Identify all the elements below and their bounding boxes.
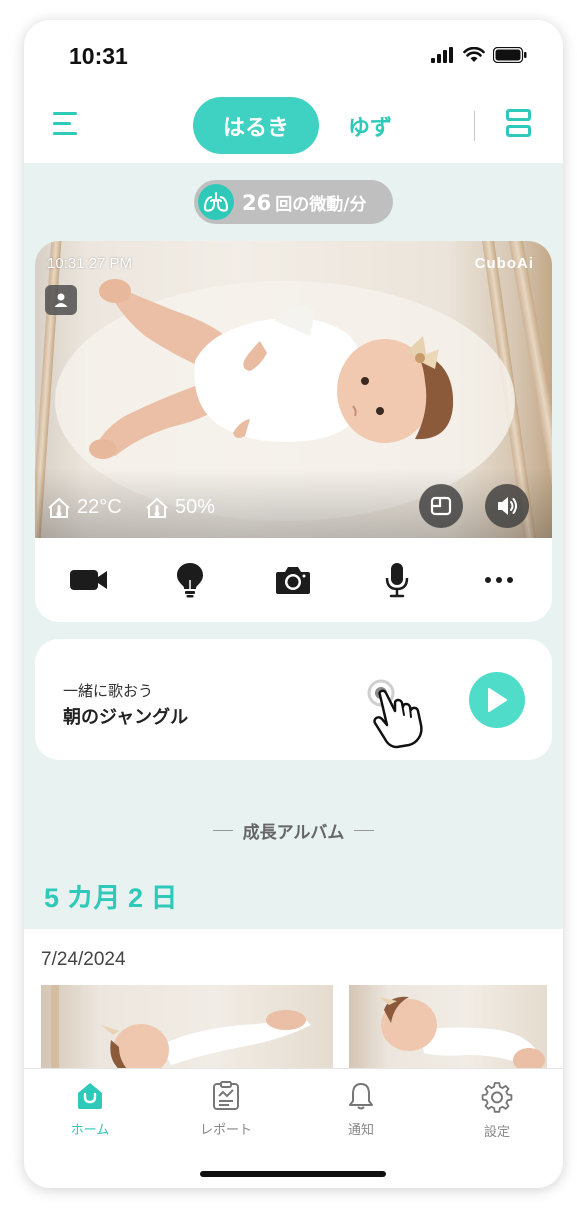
microphone-icon[interactable]	[375, 560, 419, 600]
camera-brand-logo: CuboAi	[474, 255, 534, 272]
song-title: 朝のジャングル	[63, 707, 189, 728]
split-layout-icon[interactable]	[506, 109, 531, 139]
lungs-icon	[198, 184, 234, 220]
song-card[interactable]: 一緒に歌おう 朝のジャングル	[35, 639, 552, 760]
photo-date: 7/24/2024	[41, 949, 126, 970]
baby-age: 5 カ月 2 日	[44, 883, 178, 913]
bottom-tab-bar: ホーム レポート 通知 設定	[24, 1068, 563, 1188]
play-button[interactable]	[469, 672, 525, 728]
status-icons	[431, 47, 527, 63]
breathing-count: 26	[242, 190, 272, 215]
breathing-unit: 回の微動/分	[275, 194, 367, 215]
album-heading: 成長アルバム	[24, 818, 563, 843]
song-subtitle: 一緒に歌おう	[63, 682, 154, 700]
tab-report-label: レポート	[199, 1123, 252, 1138]
heading-dash	[354, 830, 375, 831]
home-icon	[78, 1083, 102, 1109]
album-heading-label: 成長アルバム	[242, 823, 345, 843]
tab-notifications-label: 通知	[347, 1123, 374, 1138]
camera-card: 10:31:27 PM CuboAi 22°C 50%	[35, 241, 552, 622]
more-icon[interactable]	[477, 560, 521, 600]
temperature-readout: 22°C	[47, 496, 122, 519]
status-time: 10:31	[69, 43, 128, 69]
tab-settings-label: 設定	[483, 1125, 510, 1140]
wifi-icon	[463, 47, 485, 62]
camera-timestamp: 10:31:27 PM	[47, 255, 133, 272]
tab-notifications[interactable]: 通知	[321, 1081, 401, 1138]
tab-yuzu[interactable]: ゆず	[331, 97, 409, 154]
tab-home-label: ホーム	[70, 1123, 110, 1138]
video-icon[interactable]	[67, 560, 111, 600]
bell-icon	[349, 1083, 373, 1110]
camera-toolbar	[35, 538, 552, 622]
tab-report[interactable]: レポート	[186, 1081, 266, 1138]
report-icon	[213, 1081, 239, 1110]
battery-icon	[493, 47, 527, 63]
hand-pointer-icon	[367, 679, 423, 749]
lightbulb-icon[interactable]	[168, 560, 212, 600]
signal-icon	[431, 47, 453, 63]
temperature-value: 22°C	[77, 496, 122, 518]
album-section: 7/24/2024	[24, 929, 563, 1089]
header-divider	[474, 111, 475, 141]
camera-icon[interactable]	[271, 560, 315, 600]
speaker-icon[interactable]	[485, 484, 529, 528]
humidity-readout: 50%	[145, 496, 215, 519]
play-icon	[488, 688, 507, 712]
home-indicator[interactable]	[200, 1171, 386, 1177]
gear-icon	[481, 1082, 513, 1113]
thermometer-house-icon	[48, 497, 70, 518]
user-icon[interactable]	[45, 285, 77, 315]
humidity-value: 50%	[175, 496, 216, 518]
tab-home[interactable]: ホーム	[50, 1081, 130, 1138]
tab-haruki[interactable]: はるき	[193, 97, 319, 154]
heading-dash	[212, 830, 233, 831]
breathing-text: 26 回の微動/分	[242, 190, 366, 215]
breathing-indicator: 26 回の微動/分	[194, 180, 393, 224]
tab-settings[interactable]: 設定	[457, 1081, 537, 1140]
hamburger-menu-icon[interactable]	[53, 112, 77, 136]
humidity-house-icon	[146, 497, 168, 518]
camera-feed[interactable]: 10:31:27 PM CuboAi 22°C 50%	[35, 241, 552, 538]
picture-in-picture-icon[interactable]	[419, 484, 463, 528]
phone-screen: 10:31 はるき ゆず 26 回の微動/分 10:31:27 PM CuboA…	[24, 20, 563, 1188]
